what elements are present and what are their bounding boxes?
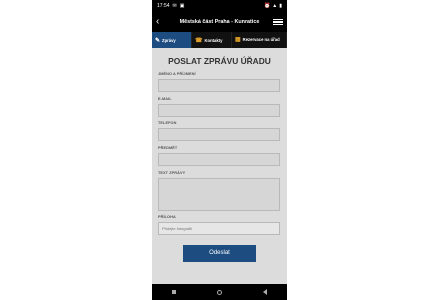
phone-icon: ☎ — [195, 37, 203, 44]
tab-label: Kontakty — [204, 37, 223, 43]
message-label: TEXT ZPRÁVY — [158, 171, 186, 175]
chat-icon: ✎ — [155, 37, 161, 44]
tab-zpravy[interactable]: ✎ Zprávy — [152, 32, 192, 48]
form-title: POSLAT ZPRÁVU ÚŘADU — [168, 56, 271, 66]
phone-screen: 17:54 ✉ ▣ ⏰ ▲ ▮ ‹ Městská část Praha - K… — [152, 0, 287, 300]
status-time: 17:54 — [157, 3, 170, 9]
battery-icon: ▮ — [279, 3, 282, 9]
subject-label: PŘEDMĚT — [158, 146, 178, 150]
submit-button[interactable]: Odeslat — [183, 245, 256, 262]
system-nav-bar — [152, 284, 287, 300]
status-bar: 17:54 ✉ ▣ ⏰ ▲ ▮ — [152, 0, 287, 12]
message-icon: ✉ — [172, 3, 177, 9]
name-field[interactable] — [158, 79, 280, 92]
signal-icon: ▲ — [272, 3, 278, 9]
calendar-icon: ▦ — [235, 36, 241, 43]
tab-bar: ✎ Zprávy ☎ Kontakty ▦ Rezervace na úřad — [152, 32, 287, 48]
hamburger-menu-icon[interactable] — [271, 18, 283, 26]
recent-apps-icon[interactable] — [172, 290, 177, 294]
phone-field[interactable] — [158, 128, 280, 141]
email-label: E-MAIL — [158, 97, 172, 101]
back-icon[interactable] — [262, 289, 267, 295]
subject-field[interactable] — [158, 153, 280, 166]
message-form: POSLAT ZPRÁVU ÚŘADU JMÉNO A PŘÍJMENÍ E-M… — [152, 48, 287, 284]
tab-label: Rezervace na úřad — [242, 36, 280, 42]
image-icon: ▣ — [179, 3, 185, 9]
attachment-label: PŘÍLOHA — [158, 215, 176, 219]
app-bar: ‹ Městská část Praha - Kunratice — [152, 12, 287, 32]
back-arrow-icon[interactable]: ‹ — [156, 17, 168, 27]
app-title: Městská část Praha - Kunratice — [179, 19, 260, 25]
attachment-field[interactable]: Přidejte fotografii — [158, 222, 280, 235]
name-label: JMÉNO A PŘÍJMENÍ — [158, 72, 196, 76]
tab-rezervace[interactable]: ▦ Rezervace na úřad — [232, 32, 287, 48]
tab-kontakty[interactable]: ☎ Kontakty — [192, 32, 232, 48]
home-icon[interactable] — [216, 289, 222, 295]
message-textarea[interactable] — [158, 178, 280, 211]
phone-label: TELEFON — [158, 121, 177, 125]
tab-label: Zprávy — [162, 37, 176, 43]
alarm-icon: ⏰ — [264, 3, 271, 9]
email-field[interactable] — [158, 104, 280, 117]
